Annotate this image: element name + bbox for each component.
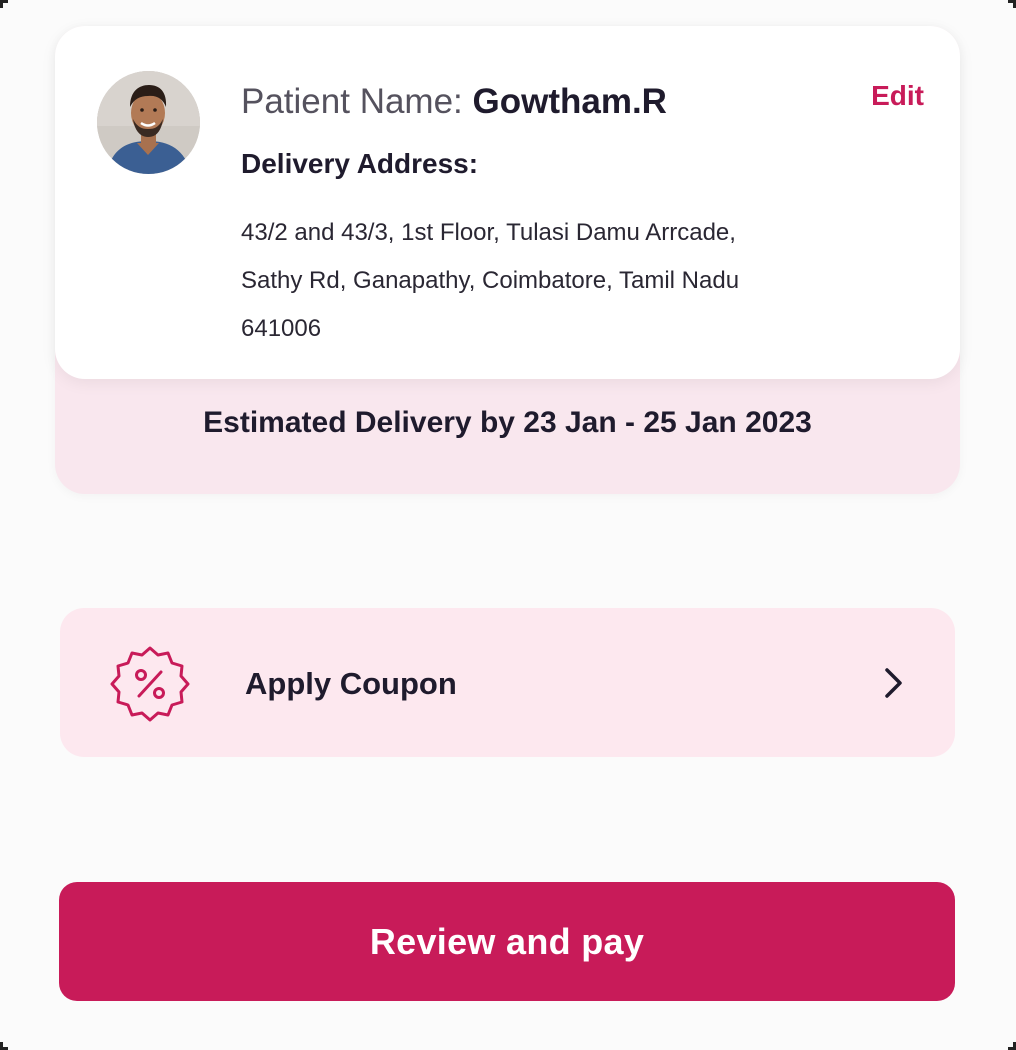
address-line: Sathy Rd, Ganapathy, Coimbatore, Tamil N… xyxy=(241,267,740,294)
corner-mark xyxy=(1008,0,1016,8)
corner-mark xyxy=(0,1042,8,1050)
review-and-pay-label: Review and pay xyxy=(369,920,645,962)
review-and-pay-button[interactable]: Review and pay xyxy=(59,882,955,1001)
chevron-right-icon xyxy=(881,666,907,700)
corner-mark xyxy=(0,0,8,8)
apply-coupon-row[interactable]: Apply Coupon xyxy=(60,608,955,757)
avatar xyxy=(97,71,200,174)
address-line: 641006 xyxy=(241,315,322,342)
patient-name-value: Gowtham.R xyxy=(472,82,667,121)
avatar-image xyxy=(97,71,200,174)
discount-badge-icon xyxy=(110,644,190,724)
address-card: Patient Name: Gowtham.R Edit Delivery Ad… xyxy=(55,26,960,379)
checkout-screen: Patient Name: Gowtham.R Edit Delivery Ad… xyxy=(0,0,1016,1050)
delivery-section: Patient Name: Gowtham.R Edit Delivery Ad… xyxy=(55,26,960,494)
corner-mark xyxy=(1008,1042,1016,1050)
patient-name-label: Patient Name: xyxy=(241,82,473,121)
estimated-delivery: Estimated Delivery by 23 Jan - 25 Jan 20… xyxy=(203,406,812,439)
delivery-address-text: 43/2 and 43/3, 1st Floor, Tulasi Damu Ar… xyxy=(241,209,841,353)
address-line: 43/2 and 43/3, 1st Floor, Tulasi Damu Ar… xyxy=(241,219,736,246)
patient-name-row: Patient Name: Gowtham.R xyxy=(241,82,667,122)
apply-coupon-label: Apply Coupon xyxy=(245,666,457,701)
delivery-address-title: Delivery Address: xyxy=(241,148,479,179)
edit-address-link[interactable]: Edit xyxy=(871,80,924,112)
